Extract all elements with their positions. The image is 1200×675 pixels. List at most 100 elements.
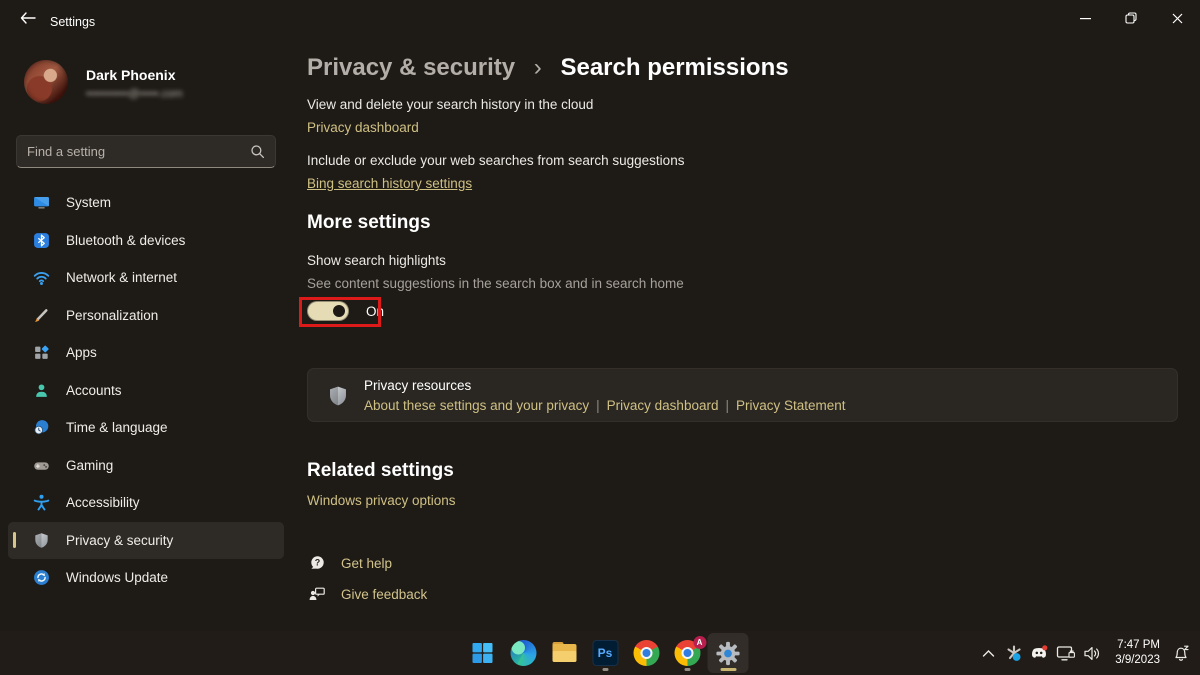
file-explorer-button[interactable] (544, 633, 585, 673)
tray-clock[interactable]: 7:47 PM 3/9/2023 (1115, 638, 1160, 668)
sidebar-item-time-language[interactable]: Time & language (8, 409, 284, 447)
tray-time: 7:47 PM (1115, 638, 1160, 653)
sidebar-item-label: Apps (66, 345, 97, 360)
sidebar-item-label: Gaming (66, 458, 113, 473)
sidebar-item-label: Privacy & security (66, 533, 173, 548)
person-icon (33, 382, 50, 399)
sidebar-item-network[interactable]: Network & internet (8, 259, 284, 297)
titlebar: Settings (0, 0, 1200, 36)
close-icon (1172, 13, 1183, 24)
tray-network-icon[interactable] (1053, 638, 1079, 668)
tray-notifications[interactable] (1168, 638, 1194, 668)
bing-search-history-link[interactable]: Bing search history settings (307, 176, 472, 191)
sidebar-item-label: Bluetooth & devices (66, 233, 185, 248)
search-box[interactable] (16, 135, 276, 168)
sidebar-item-system[interactable]: System (8, 184, 284, 222)
breadcrumb: Privacy & security › Search permissions (307, 54, 789, 82)
sidebar-item-label: Accounts (66, 383, 122, 398)
privacy-statement-link[interactable]: Privacy Statement (736, 398, 846, 413)
tray-chevron-up[interactable] (975, 638, 1001, 668)
minimize-button[interactable] (1062, 0, 1108, 36)
sidebar: Dark Phoenix •••••••••••@•••••.com Syste… (0, 36, 292, 631)
close-button[interactable] (1154, 0, 1200, 36)
sidebar-item-label: Personalization (66, 308, 158, 323)
taskbar-center: Ps A (462, 633, 749, 673)
shield-icon (327, 384, 349, 411)
svg-text:?: ? (315, 558, 321, 568)
running-indicator (602, 668, 608, 671)
sidebar-item-privacy-security[interactable]: Privacy & security (8, 522, 284, 560)
get-help-row[interactable]: ? Get help (307, 555, 392, 572)
settings-gear-icon (715, 640, 742, 667)
get-help-link[interactable]: Get help (341, 556, 392, 571)
privacy-resources-links: About these settings and your privacy | Pr… (364, 398, 846, 413)
sidebar-item-gaming[interactable]: Gaming (8, 447, 284, 485)
restore-icon (1125, 12, 1137, 24)
back-button[interactable] (12, 6, 44, 30)
give-feedback-icon (307, 586, 327, 603)
ethernet-monitor-icon (1056, 645, 1076, 662)
windows-start-icon (470, 641, 494, 665)
sidebar-item-accounts[interactable]: Accounts (8, 372, 284, 410)
main-content: Privacy & security › Search permissions … (307, 36, 1178, 631)
sidebar-item-label: Accessibility (66, 495, 140, 510)
chevron-up-icon (982, 649, 995, 658)
page-title: Search permissions (560, 54, 788, 81)
monitor-icon (33, 194, 50, 211)
sidebar-item-personalization[interactable]: Personalization (8, 297, 284, 335)
breadcrumb-parent[interactable]: Privacy & security (307, 54, 515, 81)
search-icon (250, 144, 265, 159)
search-highlights-description: See content suggestions in the search bo… (307, 276, 684, 291)
avatar[interactable] (24, 60, 68, 104)
update-icon (33, 569, 50, 586)
give-feedback-link[interactable]: Give feedback (341, 587, 427, 602)
search-input[interactable] (27, 144, 250, 159)
chrome-icon (633, 640, 659, 666)
sidebar-item-label: Windows Update (66, 570, 168, 585)
speaker-icon (1083, 645, 1102, 662)
back-arrow-icon (20, 12, 36, 24)
shield-icon (33, 532, 50, 549)
start-button[interactable] (462, 633, 503, 673)
sidebar-item-accessibility[interactable]: Accessibility (8, 484, 284, 522)
active-indicator (720, 668, 736, 671)
tray-discord-icon[interactable] (1027, 638, 1053, 668)
chrome-icon: A (674, 640, 700, 666)
give-feedback-row[interactable]: Give feedback (307, 586, 427, 603)
privacy-resources-banner: Privacy resources About these settings a… (307, 368, 1178, 422)
privacy-dashboard-link[interactable]: Privacy dashboard (307, 120, 419, 135)
edge-taskbar-button[interactable] (503, 633, 544, 673)
privacy-resources-title: Privacy resources (364, 378, 471, 393)
notification-bell-icon (1171, 644, 1191, 663)
windows-privacy-options-link[interactable]: Windows privacy options (307, 493, 456, 508)
chrome-button[interactable] (626, 633, 667, 673)
apps-grid-icon (33, 344, 50, 361)
settings-taskbar-button[interactable] (708, 633, 749, 673)
profile-badge: A (693, 636, 706, 649)
sidebar-item-bluetooth[interactable]: Bluetooth & devices (8, 222, 284, 260)
folder-icon (551, 642, 577, 664)
sidebar-item-label: Time & language (66, 420, 168, 435)
pinwheel-icon (1005, 644, 1024, 663)
tray-volume-icon[interactable] (1079, 638, 1105, 668)
link-separator: | (725, 398, 729, 413)
get-help-icon: ? (307, 555, 327, 572)
accessibility-icon (33, 494, 50, 511)
search-highlights-title: Show search highlights (307, 253, 446, 268)
tray-app-icon[interactable] (1001, 638, 1027, 668)
discord-icon (1030, 644, 1050, 662)
settings-window: Settings Dark Phoenix ••••• (0, 0, 1200, 675)
chrome-profile-button[interactable]: A (667, 633, 708, 673)
about-settings-privacy-link[interactable]: About these settings and your privacy (364, 398, 589, 413)
brush-icon (33, 307, 50, 324)
system-tray: 7:47 PM 3/9/2023 (975, 631, 1194, 675)
gamepad-icon (33, 457, 50, 474)
privacy-dashboard-link[interactable]: Privacy dashboard (607, 398, 719, 413)
photoshop-button[interactable]: Ps (585, 633, 626, 673)
wifi-icon (33, 269, 50, 286)
taskbar: Ps A (0, 631, 1200, 675)
sidebar-item-apps[interactable]: Apps (8, 334, 284, 372)
restore-button[interactable] (1108, 0, 1154, 36)
sidebar-item-label: System (66, 195, 111, 210)
sidebar-item-windows-update[interactable]: Windows Update (8, 559, 284, 597)
